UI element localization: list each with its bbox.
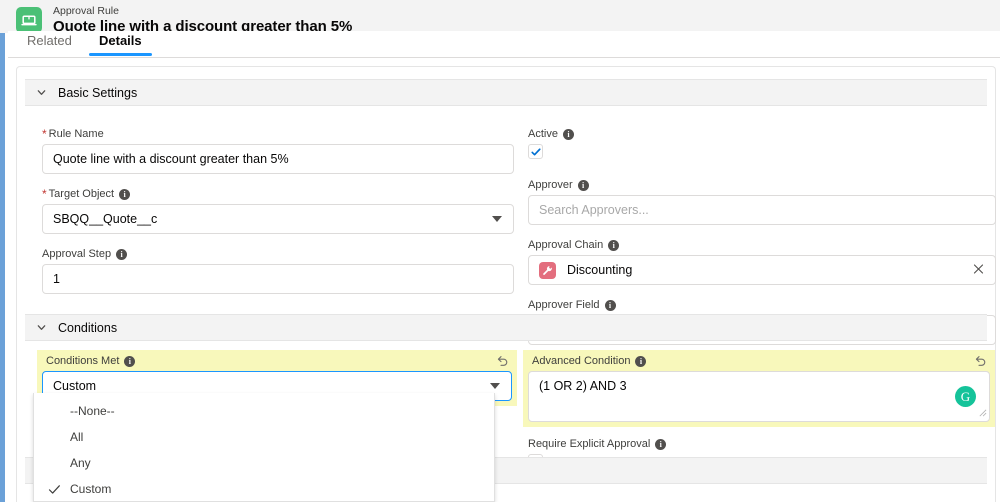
wrench-icon — [539, 261, 556, 279]
grammarly-icon[interactable]: G — [955, 386, 976, 407]
tab-related[interactable]: Related — [25, 27, 74, 56]
advanced-condition-textarea[interactable]: (1 OR 2) AND 3 G — [528, 371, 990, 422]
field-approval-step: Approval Step i 1 — [42, 247, 514, 294]
required-asterisk: * — [42, 127, 47, 141]
label-text: Advanced Condition — [532, 355, 631, 367]
advanced-condition-label: Advanced Condition i — [528, 354, 990, 368]
option-label: All — [70, 430, 84, 444]
approval-step-input[interactable]: 1 — [42, 264, 514, 294]
chevron-down-icon — [490, 383, 500, 389]
chevron-down-icon — [492, 216, 502, 222]
label-text: Rule Name — [48, 128, 104, 140]
option-label: Custom — [70, 482, 112, 496]
info-icon[interactable]: i — [655, 438, 667, 450]
dropdown-option-all[interactable]: All — [34, 424, 494, 450]
chevron-down-icon — [36, 87, 47, 98]
approval-chain-value: Discounting — [567, 263, 633, 277]
conditions-met-value: Custom — [53, 379, 97, 393]
approver-search-input[interactable]: Search Approvers... — [528, 195, 996, 225]
field-approver: Approver i Search Approvers... — [528, 178, 996, 225]
info-icon[interactable]: i — [608, 239, 620, 251]
section-title: Conditions — [58, 320, 118, 335]
section-title: Basic Settings — [58, 85, 138, 100]
record-tabs: Related Details — [8, 31, 1000, 58]
tab-details[interactable]: Details — [89, 27, 152, 56]
label-text: Approver — [528, 179, 573, 191]
target-object-value: SBQQ__Quote__c — [53, 212, 158, 226]
conditions-right-column: Advanced Condition i (1 OR 2) AND 3 G Re… — [523, 350, 995, 469]
chevron-down-icon — [36, 322, 47, 333]
approval-chain-label: Approval Chain i — [528, 238, 996, 252]
info-icon[interactable]: i — [577, 179, 589, 191]
section-header-conditions[interactable]: Conditions — [25, 314, 987, 341]
field-approval-chain: Approval Chain i Discounting — [528, 238, 996, 285]
check-icon — [48, 483, 70, 496]
info-icon[interactable]: i — [124, 355, 136, 367]
field-rule-name: * Rule Name Quote line with a discount g… — [42, 127, 514, 174]
section-header-basic-settings[interactable]: Basic Settings — [25, 79, 987, 106]
option-label: Any — [70, 456, 91, 470]
label-text: Approver Field — [528, 299, 600, 311]
dropdown-option-custom[interactable]: Custom — [34, 476, 494, 502]
info-icon[interactable]: i — [116, 248, 128, 260]
record-type-label: Approval Rule — [53, 4, 119, 17]
label-text: Target Object — [48, 188, 115, 200]
target-object-select[interactable]: SBQQ__Quote__c — [42, 204, 514, 234]
target-object-label: * Target Object i — [42, 187, 514, 201]
info-icon[interactable]: i — [635, 355, 647, 367]
approver-label: Approver i — [528, 178, 996, 192]
active-label: Active i — [528, 127, 996, 141]
basic-settings-left-column: * Rule Name Quote line with a discount g… — [42, 127, 514, 307]
section-basic-settings: Basic Settings * Rule Name Quote line wi… — [25, 79, 996, 345]
label-text: Require Explicit Approval — [528, 438, 651, 450]
dropdown-option-any[interactable]: Any — [34, 450, 494, 476]
label-text: Approval Chain — [528, 239, 604, 251]
option-label: --None-- — [70, 404, 115, 418]
undo-icon[interactable] — [496, 354, 509, 371]
close-icon[interactable] — [973, 264, 984, 277]
dropdown-option-none[interactable]: --None-- — [34, 398, 494, 424]
label-text: Active — [528, 128, 558, 140]
approval-step-label: Approval Step i — [42, 247, 514, 261]
info-icon[interactable]: i — [604, 299, 616, 311]
required-asterisk: * — [42, 187, 47, 201]
rule-name-input[interactable]: Quote line with a discount greater than … — [42, 144, 514, 174]
require-explicit-approval-label: Require Explicit Approval i — [528, 437, 995, 451]
approval-chain-lookup[interactable]: Discounting — [528, 255, 996, 285]
conditions-met-dropdown[interactable]: --None-- All Any Custom — [33, 393, 495, 502]
info-icon[interactable]: i — [562, 128, 574, 140]
field-active: Active i — [528, 127, 996, 159]
rule-name-label: * Rule Name — [42, 127, 514, 141]
info-icon[interactable]: i — [119, 188, 131, 200]
field-target-object: * Target Object i SBQQ__Quote__c — [42, 187, 514, 234]
resize-handle[interactable] — [978, 406, 987, 420]
undo-icon[interactable] — [974, 354, 987, 371]
left-edge-gutter — [5, 33, 8, 502]
conditions-met-label: Conditions Met i — [42, 354, 512, 368]
label-text: Conditions Met — [46, 355, 120, 367]
approver-field-label: Approver Field i — [528, 298, 996, 312]
section-conditions: Conditions Conditions Met i Custom Advan… — [25, 314, 995, 469]
active-checkbox[interactable] — [528, 144, 543, 159]
advanced-condition-highlight: Advanced Condition i (1 OR 2) AND 3 G — [523, 350, 995, 427]
label-text: Approval Step — [42, 248, 112, 260]
advanced-condition-value: (1 OR 2) AND 3 — [539, 379, 627, 393]
